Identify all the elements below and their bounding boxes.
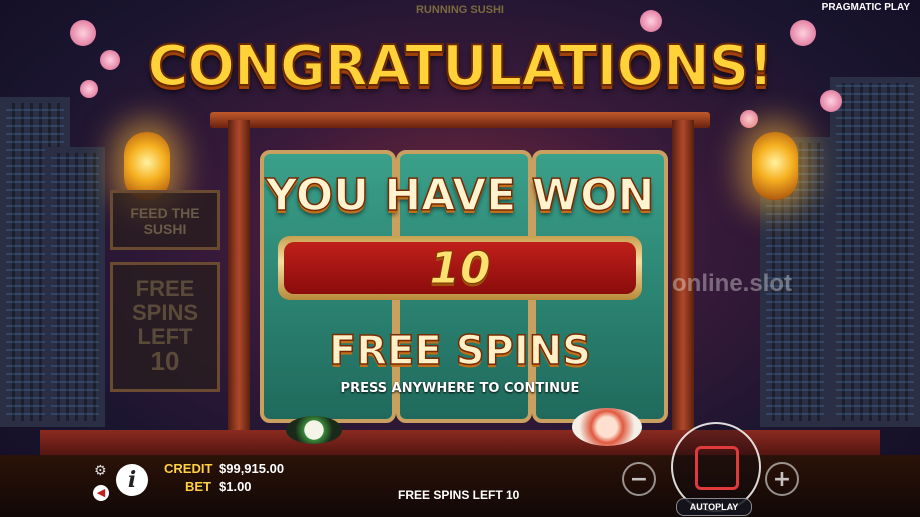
free-spins-left-panel: FREE SPINS LEFT 10 [110, 262, 220, 392]
background-building [830, 77, 920, 427]
temple-beam [210, 112, 710, 128]
cherry-blossom [80, 80, 98, 98]
gear-icon[interactable]: ⚙ [94, 464, 108, 478]
you-have-won-text: YOU HAVE WON [265, 169, 655, 222]
feature-text: FEED THE SUSHI [130, 205, 200, 237]
feature-panel: FEED THE SUSHI [110, 190, 220, 250]
game-scene[interactable]: FEED THE SUSHI FREE SPINS LEFT 10 RUNNIN… [0, 0, 920, 517]
banner-inner: 10 [284, 242, 636, 294]
lantern-icon [752, 132, 798, 200]
free-spins-count: 10 [429, 242, 491, 294]
game-logo: RUNNING SUSHI [415, 4, 504, 16]
increase-bet-button[interactable]: + [765, 462, 799, 496]
free-spins-label: SPINS [131, 300, 199, 325]
sushi-icon [286, 416, 342, 444]
cherry-blossom [820, 90, 842, 112]
free-spins-count-banner: 10 [278, 236, 642, 300]
free-spins-text: FREE SPINS [328, 327, 592, 375]
press-anywhere-text[interactable]: PRESS ANYWHERE TO CONTINUE [290, 381, 630, 396]
congratulations-headline: CONGRATULATIONS! [146, 33, 774, 100]
cherry-blossom [70, 20, 96, 46]
info-icon[interactable]: i [116, 464, 148, 496]
plus-icon: + [772, 466, 792, 492]
watermark: online.slot [672, 270, 792, 297]
provider-logo: PRAGMATIC PLAY [821, 2, 910, 13]
temple-pillar [228, 120, 250, 435]
decrease-bet-button[interactable]: − [622, 462, 656, 496]
minus-icon: − [629, 466, 649, 492]
background-building [45, 147, 105, 427]
info-symbol: i [127, 467, 137, 493]
free-spins-left-value: 10 [150, 346, 180, 376]
bet-label: BET [185, 479, 211, 494]
cherry-blossom [790, 20, 816, 46]
spin-icon [695, 446, 739, 490]
free-spins-left-status: FREE SPINS LEFT 10 [398, 488, 520, 502]
autoplay-button[interactable]: AUTOPLAY [676, 498, 752, 516]
sushi-icon [572, 408, 642, 446]
cherry-blossom [740, 110, 758, 128]
bet-value: $1.00 [219, 479, 252, 494]
cherry-blossom [100, 50, 120, 70]
free-spins-label: FREE [135, 276, 195, 301]
bottom-hud: ⚙ ◀ i CREDIT $99,915.00 BET $1.00 FREE S… [0, 455, 920, 517]
credit-label: CREDIT [164, 461, 213, 476]
cherry-blossom [640, 10, 662, 32]
credit-value: $99,915.00 [219, 461, 285, 476]
speaker-icon[interactable]: ◀ [93, 485, 109, 501]
